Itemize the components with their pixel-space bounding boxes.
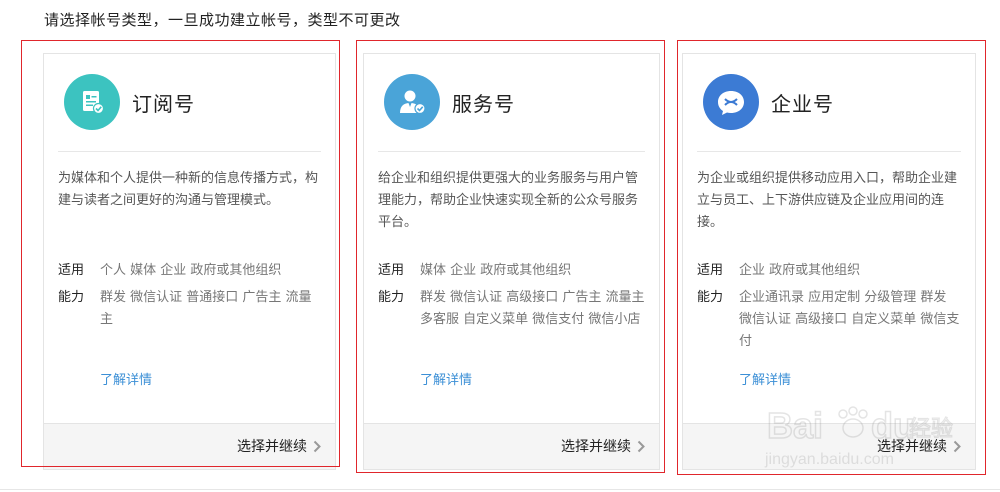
select-continue-button[interactable]: 选择并继续 xyxy=(237,436,321,456)
chat-bubble-icon xyxy=(703,74,759,130)
continue-label: 选择并继续 xyxy=(561,439,631,455)
applies-row: 适用 媒体 企业 政府或其他组织 xyxy=(378,260,647,282)
abilities-row: 能力 企业通讯录 应用定制 分级管理 群发 微信认证 高级接口 自定义菜单 微信… xyxy=(697,287,963,353)
select-continue-button[interactable]: 选择并继续 xyxy=(561,436,645,456)
applies-row: 适用 个人 媒体 企业 政府或其他组织 xyxy=(58,260,323,282)
applies-value: 个人 媒体 企业 政府或其他组织 xyxy=(100,263,282,278)
account-card-enterprise[interactable]: 企业号 为企业或组织提供移动应用入口，帮助企业建立与员工、上下游供应链及企业应用… xyxy=(682,53,976,470)
divider xyxy=(697,151,961,152)
continue-label: 选择并继续 xyxy=(237,439,307,455)
account-card-subscription[interactable]: 订阅号 为媒体和个人提供一种新的信息传播方式，构建与读者之间更好的沟通与管理模式… xyxy=(43,53,336,470)
document-check-icon xyxy=(64,74,120,130)
card-header: 企业号 xyxy=(703,74,834,130)
select-continue-button[interactable]: 选择并继续 xyxy=(877,436,961,456)
chevron-right-icon xyxy=(313,440,321,453)
card-footer: 选择并继续 xyxy=(44,423,335,469)
applies-value: 企业 政府或其他组织 xyxy=(739,263,861,278)
abilities-value: 群发 微信认证 普通接口 广告主 流量主 xyxy=(100,290,312,327)
abilities-value: 企业通讯录 应用定制 分级管理 群发 微信认证 高级接口 自定义菜单 微信支付 xyxy=(739,290,960,349)
chevron-right-icon xyxy=(637,440,645,453)
card-footer: 选择并继续 xyxy=(683,423,975,469)
bottom-divider xyxy=(0,489,1000,490)
continue-label: 选择并继续 xyxy=(877,439,947,455)
divider xyxy=(378,151,645,152)
applies-row: 适用 企业 政府或其他组织 xyxy=(697,260,963,282)
abilities-label: 能力 xyxy=(378,290,405,305)
account-card-service[interactable]: 服务号 给企业和组织提供更强大的业务服务与用户管理能力，帮助企业快速实现全新的公… xyxy=(363,53,660,470)
user-check-icon xyxy=(384,74,440,130)
chevron-right-icon xyxy=(953,440,961,453)
divider xyxy=(58,151,321,152)
card-title: 企业号 xyxy=(771,91,834,116)
abilities-row: 能力 群发 微信认证 普通接口 广告主 流量主 xyxy=(58,287,323,331)
abilities-label: 能力 xyxy=(697,290,724,305)
card-header: 服务号 xyxy=(384,74,515,130)
abilities-value: 群发 微信认证 高级接口 广告主 流量主 多客服 自定义菜单 微信支付 微信小店 xyxy=(420,290,645,327)
card-title: 订阅号 xyxy=(132,91,195,116)
learn-more-link[interactable]: 了解详情 xyxy=(420,369,472,388)
abilities-row: 能力 群发 微信认证 高级接口 广告主 流量主 多客服 自定义菜单 微信支付 微… xyxy=(378,287,647,331)
learn-more-link[interactable]: 了解详情 xyxy=(739,369,791,388)
card-description: 为媒体和个人提供一种新的信息传播方式，构建与读者之间更好的沟通与管理模式。 xyxy=(58,171,319,208)
card-title: 服务号 xyxy=(452,91,515,116)
page-heading: 请选择帐号类型，一旦成功建立帐号，类型不可更改 xyxy=(44,11,401,29)
card-description: 为企业或组织提供移动应用入口，帮助企业建立与员工、上下游供应链及企业应用间的连接… xyxy=(697,171,958,230)
card-header: 订阅号 xyxy=(64,74,195,130)
applies-label: 适用 xyxy=(58,263,85,278)
card-footer: 选择并继续 xyxy=(364,423,659,469)
applies-label: 适用 xyxy=(378,263,405,278)
abilities-label: 能力 xyxy=(58,290,85,305)
applies-value: 媒体 企业 政府或其他组织 xyxy=(420,263,572,278)
applies-label: 适用 xyxy=(697,263,724,278)
learn-more-link[interactable]: 了解详情 xyxy=(100,369,152,388)
card-description: 给企业和组织提供更强大的业务服务与用户管理能力，帮助企业快速实现全新的公众号服务… xyxy=(378,171,639,230)
